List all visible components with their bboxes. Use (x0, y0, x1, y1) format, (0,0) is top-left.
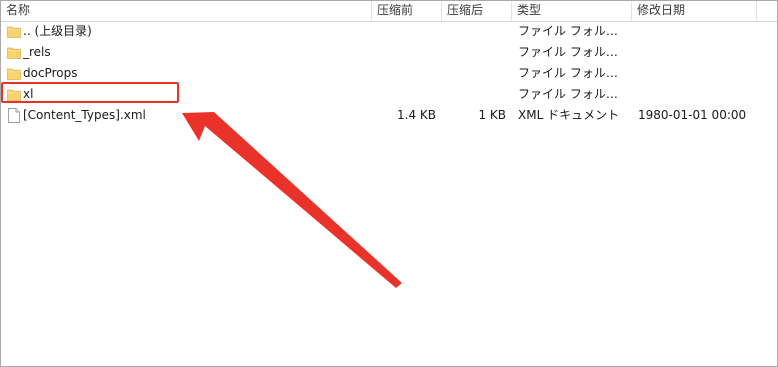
list-item-docprops[interactable]: docProps ファイル フォル… (1, 63, 757, 84)
column-header: 名称 压缩前 压缩后 类型 修改日期 (1, 1, 757, 22)
file-name: docProps (23, 66, 78, 80)
file-name: _rels (23, 45, 51, 59)
folder-icon (7, 42, 21, 63)
compressed-after-size (442, 84, 506, 105)
file-type: XML ドキュメント (518, 108, 620, 122)
compressed-size (372, 42, 436, 63)
column-header-compressed[interactable]: 压缩前 (372, 1, 442, 21)
header-spacer (757, 1, 777, 22)
file-list-window: 名称 压缩前 压缩后 类型 修改日期 .. (上级目录) ファイル フォル… _… (0, 0, 778, 367)
modified-date (638, 84, 753, 105)
compressed-size: 1.4 KB (397, 108, 436, 122)
modified-date: 1980-01-01 00:00 (638, 108, 747, 122)
column-header-modified[interactable]: 修改日期 (632, 1, 757, 21)
compressed-size (372, 63, 436, 84)
compressed-size (372, 84, 436, 105)
file-type: ファイル フォル… (518, 45, 618, 59)
column-header-compressed-after[interactable]: 压缩后 (442, 1, 512, 21)
list-item-xl[interactable]: xl ファイル フォル… (1, 84, 757, 105)
compressed-after-size: 1 KB (478, 108, 506, 122)
list-item-content-types[interactable]: [Content_Types].xml 1.4 KB 1 KB XML ドキュメ… (1, 105, 757, 126)
file-name: .. (上级目录) (23, 24, 92, 38)
folder-icon (7, 84, 21, 105)
column-header-name[interactable]: 名称 (1, 1, 372, 21)
modified-date (638, 21, 753, 42)
folder-icon (7, 21, 21, 42)
document-icon (7, 105, 21, 126)
file-list: .. (上级目录) ファイル フォル… _rels ファイル フォル… docP… (1, 21, 757, 126)
file-type: ファイル フォル… (518, 87, 618, 101)
compressed-size (372, 21, 436, 42)
modified-date (638, 42, 753, 63)
file-name: xl (23, 87, 34, 101)
compressed-after-size (442, 42, 506, 63)
file-name: [Content_Types].xml (23, 108, 146, 122)
file-type: ファイル フォル… (518, 66, 618, 80)
list-item-rels[interactable]: _rels ファイル フォル… (1, 42, 757, 63)
column-header-type[interactable]: 类型 (512, 1, 632, 21)
folder-icon (7, 63, 21, 84)
file-type: ファイル フォル… (518, 24, 618, 38)
list-item-parent-dir[interactable]: .. (上级目录) ファイル フォル… (1, 21, 757, 42)
compressed-after-size (442, 21, 506, 42)
modified-date (638, 63, 753, 84)
compressed-after-size (442, 63, 506, 84)
